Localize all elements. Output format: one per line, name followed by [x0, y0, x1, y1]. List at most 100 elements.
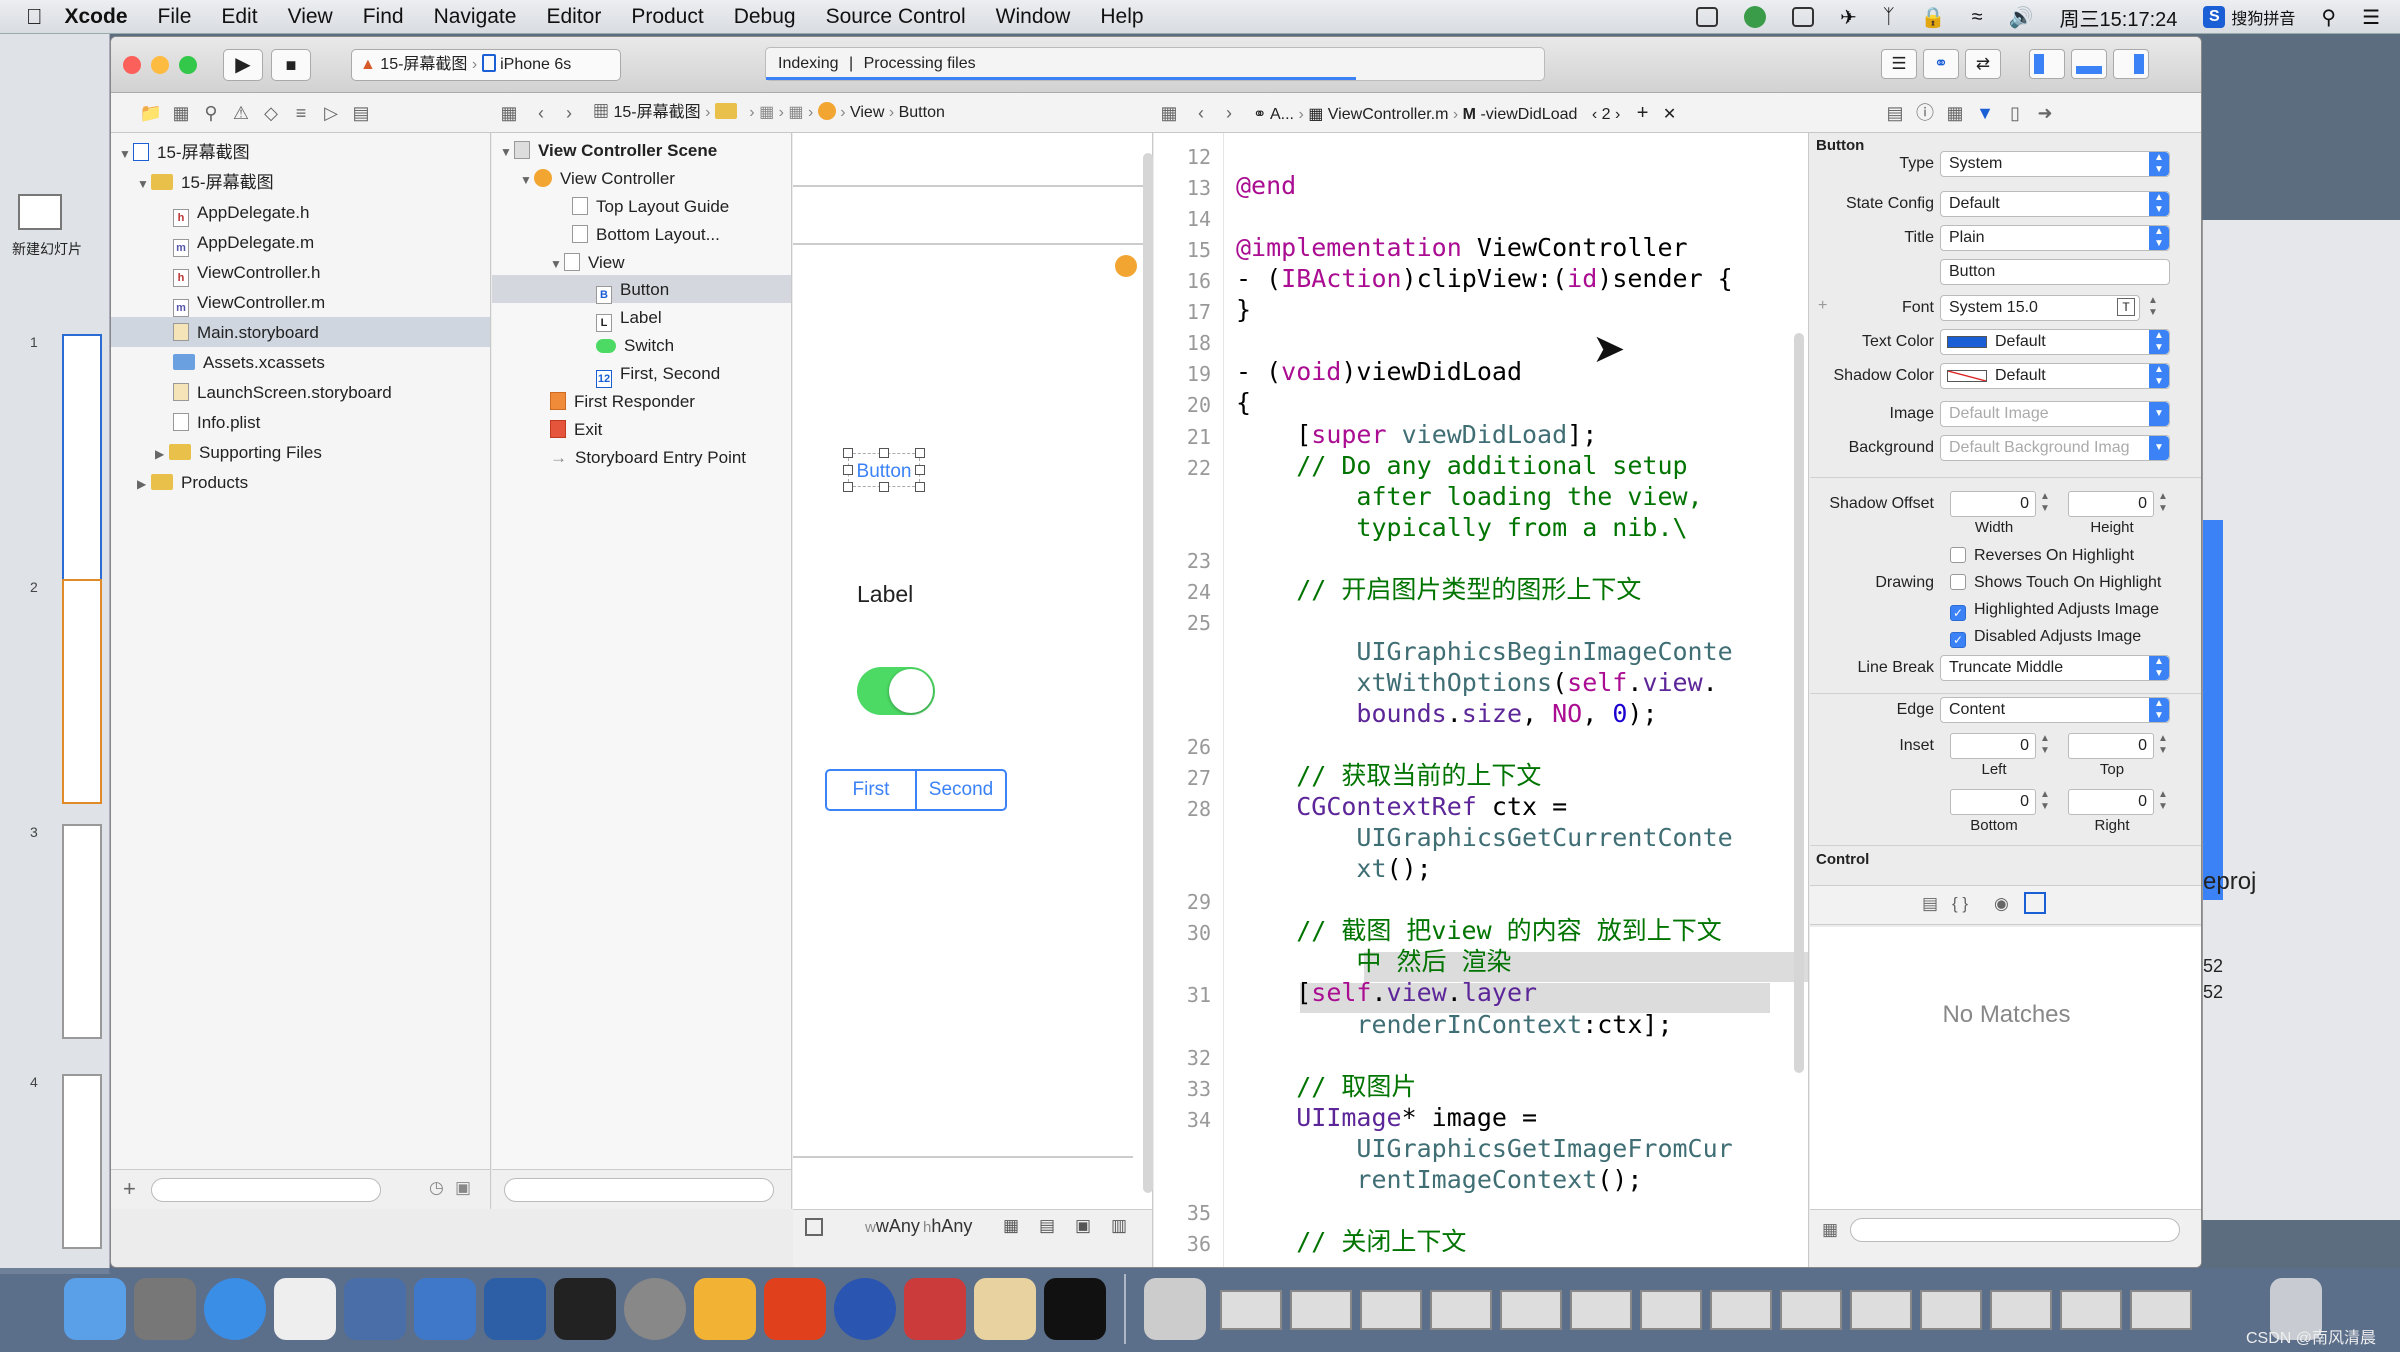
previous-counterpart-icon[interactable]: ‹ [1592, 106, 1597, 123]
report-navigator-icon[interactable]: ▤ [347, 101, 375, 125]
powerpoint-icon[interactable] [764, 1278, 826, 1340]
project-navigator-icon[interactable]: 📁 [137, 101, 165, 125]
disclosure-triangle-icon[interactable]: ▼ [520, 166, 534, 194]
highlighted-adjusts-image-checkbox[interactable]: ✓ Highlighted Adjusts Image [1950, 601, 2159, 621]
project-root[interactable]: ▼ 15-屏幕截图 [119, 139, 250, 167]
file-row-appdelegate-h[interactable]: h AppDelegate.h [173, 199, 309, 227]
inset-left-field[interactable]: 0 [1950, 733, 2036, 759]
code-line[interactable]: [super viewDidLoad]; [1236, 419, 1597, 451]
document-outline-toggle-icon[interactable] [805, 1218, 823, 1236]
disclosure-triangle-icon[interactable]: ▼ [500, 138, 514, 166]
slide-thumbnail[interactable] [62, 824, 102, 1039]
outline-filter-input[interactable] [504, 1178, 774, 1202]
canvas-segmented-control[interactable]: First Second [825, 769, 1007, 811]
resize-handle[interactable] [879, 448, 889, 458]
editor-scrollbar[interactable] [1794, 333, 1804, 1073]
state-config-popup[interactable]: Default ▲ ▼ [1940, 191, 2170, 217]
app-icon[interactable] [904, 1278, 966, 1340]
bluetooth-icon[interactable]: ᛉ [1883, 6, 1895, 29]
background-combo[interactable]: Default Background Imag ▼ [1940, 435, 2170, 461]
preview-icon[interactable] [1144, 1278, 1206, 1340]
object-library-icon[interactable]: ◉ [1994, 894, 2009, 914]
code-line[interactable]: // 截图 把view 的内容 放到上下文 [1236, 915, 1722, 947]
jump-bar-crumb[interactable]: ViewController.m [1328, 106, 1449, 123]
shadow-height-field[interactable]: 0 [2068, 491, 2154, 517]
shadow-width-field[interactable]: 0 [1950, 491, 2036, 517]
toggle-utilities-button[interactable] [2113, 49, 2149, 79]
assistant-editor-button[interactable]: ⚭ [1923, 49, 1959, 79]
font-size-stepper[interactable]: ▲ ▼ [2148, 295, 2158, 319]
jump-bar-crumb[interactable]: Button [899, 104, 945, 121]
wifi-icon[interactable]: ≈ [1972, 6, 1983, 29]
source-control-filter-icon[interactable]: ▣ [455, 1178, 471, 1198]
xcode-icon[interactable] [414, 1278, 476, 1340]
back-arrow-icon[interactable]: ‹ [1187, 101, 1215, 125]
line-break-popup[interactable]: Truncate Middle ▲ ▼ [1940, 655, 2170, 681]
code-line[interactable]: renderInContext:ctx]; [1236, 1009, 1672, 1041]
code-line[interactable]: UIGraphicsGetImageFromCur [1236, 1133, 1732, 1165]
code-editor[interactable]: 12 13 14 15 16 17 18 19 20 21 22 23 24 25 26 27 28 29 30 31… [1154, 133, 1809, 1267]
connections-inspector-icon[interactable]: ➜ [2031, 101, 2059, 125]
file-row-assets[interactable]: Assets.xcassets [173, 349, 325, 377]
file-row-appdelegate-m[interactable]: m AppDelegate.m [173, 229, 314, 257]
code-area[interactable]: @end @implementation ViewController - (IBA… [1224, 133, 1808, 1267]
canvas-button-selected[interactable]: Button [843, 448, 925, 492]
align-icon[interactable]: ▤ [1039, 1216, 1055, 1236]
supporting-files-group[interactable]: ▶ Supporting Files [155, 439, 322, 467]
code-line[interactable]: CGContextRef ctx = [1236, 791, 1567, 823]
calculator-icon[interactable] [974, 1278, 1036, 1340]
code-line[interactable]: // 获取当前的上下文 [1236, 760, 1541, 792]
inset-top-stepper[interactable]: ▲ ▼ [2158, 733, 2168, 757]
outline-top-layout-guide[interactable]: Top Layout Guide [572, 193, 729, 221]
quicktime-icon[interactable] [834, 1278, 896, 1340]
title-text-field[interactable]: Button [1940, 259, 2170, 285]
mouse-app-icon[interactable] [274, 1278, 336, 1340]
outline-switch[interactable]: Switch [596, 332, 674, 360]
disclosure-triangle-icon[interactable]: ▶ [155, 440, 169, 468]
menu-find[interactable]: Find [363, 5, 404, 29]
minimized-window-thumbnail[interactable] [2060, 1290, 2122, 1330]
version-editor-button[interactable]: ⇄ [1965, 49, 2001, 79]
jump-bar-crumb[interactable]: View [850, 104, 884, 121]
inset-right-stepper[interactable]: ▲ ▼ [2158, 789, 2168, 813]
disclosure-triangle-icon[interactable]: ▼ [550, 250, 564, 278]
menu-editor[interactable]: Editor [546, 5, 601, 29]
menu-product[interactable]: Product [631, 5, 703, 29]
apple-menu-icon[interactable]:  [26, 4, 43, 30]
resize-handle[interactable] [915, 448, 925, 458]
code-line[interactable]: @implementation ViewController [1236, 232, 1688, 264]
debug-navigator-icon[interactable]: ≡ [287, 101, 315, 125]
inset-bottom-field[interactable]: 0 [1950, 789, 2036, 815]
outline-segmented-control[interactable]: 12 First, Second [596, 360, 720, 388]
library-filter-input[interactable] [1850, 1218, 2180, 1242]
notification-center-icon[interactable]: ☰ [2362, 5, 2380, 30]
resize-handle[interactable] [843, 448, 853, 458]
outline-label[interactable]: L Label [596, 304, 662, 332]
minimized-window-thumbnail[interactable] [1920, 1290, 1982, 1330]
file-row-main-storyboard[interactable]: Main.storyboard [173, 319, 319, 347]
size-inspector-icon[interactable]: ▯ [2001, 101, 2029, 125]
identity-inspector-icon[interactable]: ▦ [1941, 101, 1969, 125]
font-field[interactable]: System 15.0 T [1940, 295, 2140, 321]
launchpad-icon[interactable] [134, 1278, 196, 1340]
file-row-viewcontroller-m[interactable]: m ViewController.m [173, 289, 325, 317]
stop-button[interactable]: ■ [271, 49, 311, 81]
code-line[interactable]: rentImageContext(); [1236, 1164, 1642, 1196]
input-method[interactable]: S 搜狗拼音 [2203, 5, 2295, 29]
outline-view[interactable]: ▼ View [550, 249, 625, 277]
outline-entry-point[interactable]: → Storyboard Entry Point [550, 444, 746, 472]
symbol-navigator-icon[interactable]: ▦ [167, 101, 195, 125]
code-line[interactable]: after loading the view, [1236, 481, 1702, 513]
stack-icon[interactable]: ▦ [1003, 1216, 1019, 1236]
console-icon[interactable] [1044, 1278, 1106, 1340]
related-items-icon[interactable]: ▦ [495, 101, 523, 125]
code-line[interactable]: - (void)viewDidLoad [1236, 356, 1522, 388]
resize-handle[interactable] [843, 482, 853, 492]
menu-edit[interactable]: Edit [221, 5, 257, 29]
products-group[interactable]: ▶ Products [137, 469, 248, 497]
size-class-width[interactable]: wwAny [865, 1216, 920, 1237]
back-arrow-icon[interactable]: ‹ [527, 101, 555, 125]
minimized-window-thumbnail[interactable] [1500, 1290, 1562, 1330]
code-line[interactable]: { [1236, 387, 1251, 419]
filter-input[interactable] [151, 1178, 381, 1202]
